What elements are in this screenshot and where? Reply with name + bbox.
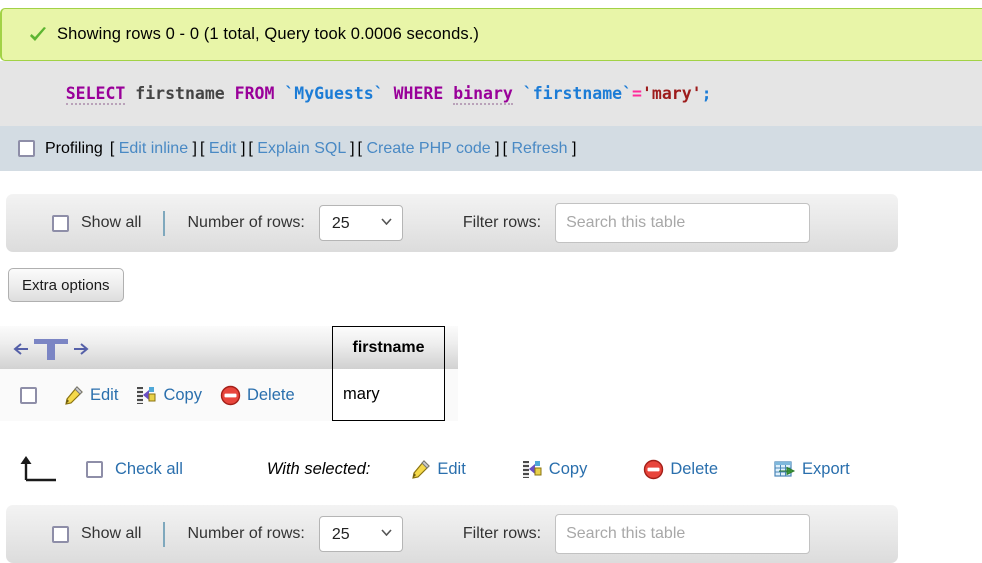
profiling-link-group-explain-sql: [ Explain SQL ] bbox=[248, 140, 354, 158]
sql-token-equals: = bbox=[632, 84, 642, 103]
bracket-close: ] bbox=[571, 139, 577, 157]
profiling-link-group-create-php-code: [ Create PHP code ] bbox=[358, 140, 500, 158]
profiling-link-group-edit-inline: [ Edit inline ] bbox=[110, 140, 197, 158]
filter-rows-input-bottom[interactable] bbox=[555, 514, 811, 554]
link-refresh[interactable]: Refresh bbox=[511, 140, 567, 157]
sql-token-firstname: firstname bbox=[135, 84, 225, 103]
bottom-action-bar: Check all With selected: Edit Copy Delet… bbox=[0, 445, 900, 493]
bracket-close: ] bbox=[495, 139, 500, 157]
bulk-edit-label: Edit bbox=[437, 459, 466, 478]
column-header-firstname[interactable]: firstname bbox=[332, 326, 445, 369]
divider bbox=[163, 210, 166, 236]
delete-icon bbox=[220, 385, 241, 405]
table-cell-firstname[interactable]: mary bbox=[332, 369, 445, 421]
sql-token-from: FROM bbox=[234, 84, 275, 103]
profiling-bar: Profiling [ Edit inline ] [ Edit ] [ Exp… bbox=[0, 126, 982, 171]
profiling-link-group-refresh: [ Refresh ] bbox=[503, 140, 577, 158]
copy-icon bbox=[522, 460, 542, 478]
show-all-checkbox-top[interactable] bbox=[52, 214, 69, 232]
bracket-open: [ bbox=[502, 139, 508, 157]
row-delete-link[interactable]: Delete bbox=[220, 385, 295, 406]
row-delete-label: Delete bbox=[246, 385, 295, 404]
rows-control-bar-bottom: Show all Number of rows: 25 Filter rows: bbox=[6, 505, 898, 563]
copy-icon bbox=[137, 386, 156, 404]
number-of-rows-select-wrap-bottom: 25 bbox=[318, 516, 403, 552]
sql-token-where: WHERE bbox=[393, 84, 444, 103]
profiling-link-group-edit: [ Edit ] bbox=[200, 140, 245, 158]
bulk-export-label: Export bbox=[802, 459, 850, 478]
move-columns-icon[interactable] bbox=[12, 336, 90, 362]
show-all-label-top: Show all bbox=[81, 214, 142, 231]
profiling-label: Profiling bbox=[45, 139, 103, 157]
bulk-delete-link[interactable]: Delete bbox=[643, 459, 718, 480]
link-create-php-code[interactable]: Create PHP code bbox=[366, 140, 490, 157]
check-all-link[interactable]: Check all bbox=[115, 460, 183, 479]
divider bbox=[163, 521, 166, 547]
number-of-rows-label-top: Number of rows: bbox=[187, 214, 305, 231]
number-of-rows-select-bottom[interactable]: 25 bbox=[318, 516, 403, 552]
sql-token-space bbox=[443, 84, 453, 103]
number-of-rows-select-top[interactable]: 25 bbox=[318, 205, 403, 241]
row-select-checkbox[interactable] bbox=[20, 386, 37, 404]
bracket-open: [ bbox=[200, 139, 205, 157]
sql-token-space bbox=[274, 84, 284, 103]
pencil-icon bbox=[412, 459, 431, 479]
number-of-rows-select-wrap-top: 25 bbox=[318, 205, 403, 241]
bracket-open: [ bbox=[248, 139, 253, 157]
link-explain-sql[interactable]: Explain SQL bbox=[257, 140, 345, 157]
filter-rows-input-top[interactable] bbox=[555, 203, 811, 243]
delete-icon bbox=[644, 459, 664, 479]
sql-token-space bbox=[225, 84, 235, 103]
sql-token-select: SELECT bbox=[65, 84, 126, 105]
check-all-checkbox[interactable] bbox=[86, 460, 103, 478]
sql-token-value: 'mary' bbox=[641, 84, 702, 103]
sql-token-binary: binary bbox=[453, 84, 513, 105]
filter-rows-label-top: Filter rows: bbox=[462, 214, 542, 231]
sql-token-semicolon: ; bbox=[701, 84, 712, 103]
bracket-open: [ bbox=[109, 139, 115, 157]
sql-token-space bbox=[384, 84, 394, 103]
bulk-export-link[interactable]: Export bbox=[774, 459, 850, 480]
bulk-copy-label: Copy bbox=[548, 459, 588, 478]
query-result-notice: Showing rows 0 - 0 (1 total, Query took … bbox=[0, 8, 982, 61]
bracket-close: ] bbox=[192, 139, 197, 157]
bracket-close: ] bbox=[240, 139, 246, 157]
profiling-checkbox[interactable] bbox=[18, 140, 35, 157]
pencil-icon bbox=[65, 385, 83, 405]
rows-control-bar-top: Show all Number of rows: 25 Filter rows: bbox=[6, 194, 898, 252]
row-edit-label: Edit bbox=[90, 385, 119, 404]
query-result-text: Showing rows 0 - 0 (1 total, Query took … bbox=[57, 25, 479, 43]
sql-query-code: SELECT firstname FROM `MyGuests` WHERE b… bbox=[26, 65, 712, 122]
row-edit-link[interactable]: Edit bbox=[63, 385, 118, 406]
link-edit[interactable]: Edit bbox=[209, 140, 237, 157]
number-of-rows-label-bottom: Number of rows: bbox=[187, 525, 305, 542]
export-icon bbox=[774, 460, 796, 477]
extra-options-button[interactable]: Extra options bbox=[8, 268, 124, 302]
sql-token-space bbox=[125, 84, 135, 103]
arrow-up-from-line-icon[interactable] bbox=[18, 454, 64, 484]
check-icon bbox=[30, 26, 46, 41]
filter-rows-label-bottom: Filter rows: bbox=[462, 525, 542, 542]
sql-token-table: `MyGuests` bbox=[284, 84, 384, 103]
bracket-open: [ bbox=[357, 139, 362, 157]
link-edit-inline[interactable]: Edit inline bbox=[119, 140, 188, 157]
bulk-copy-link[interactable]: Copy bbox=[522, 459, 588, 480]
bulk-delete-label: Delete bbox=[670, 459, 719, 478]
bracket-close: ] bbox=[350, 139, 355, 157]
row-copy-label: Copy bbox=[163, 385, 202, 404]
row-copy-link[interactable]: Copy bbox=[136, 385, 202, 406]
sql-query-box[interactable]: SELECT firstname FROM `MyGuests` WHERE b… bbox=[0, 61, 982, 126]
show-all-label-bottom: Show all bbox=[81, 525, 142, 542]
with-selected-label: With selected: bbox=[266, 459, 371, 478]
sql-token-column: `firstname` bbox=[522, 84, 633, 103]
sql-token-space bbox=[513, 84, 523, 103]
show-all-checkbox-bottom[interactable] bbox=[52, 525, 69, 543]
bulk-edit-link[interactable]: Edit bbox=[410, 459, 466, 480]
